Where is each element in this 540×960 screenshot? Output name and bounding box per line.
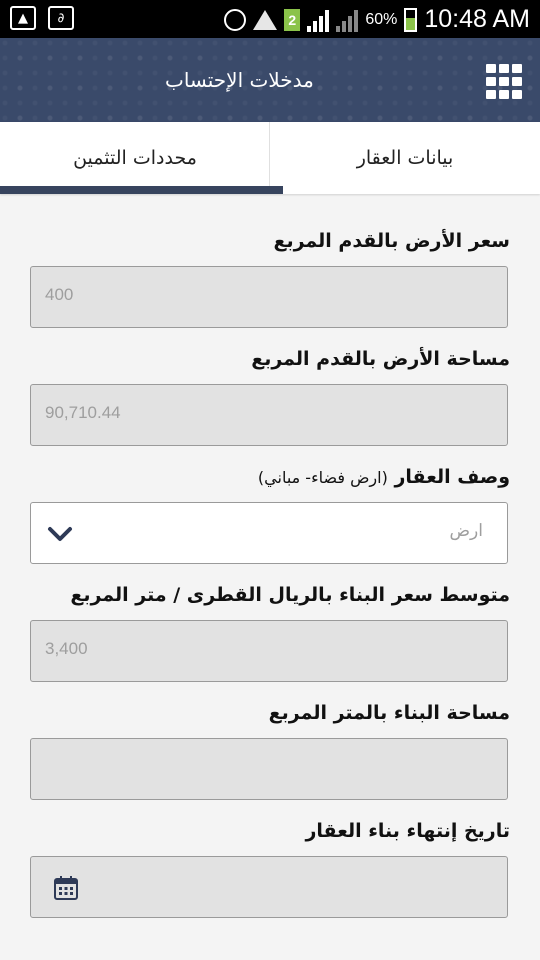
chevron-down-icon xyxy=(48,527,72,541)
tab-selected-indicator xyxy=(0,186,283,194)
property-desc-hint: (ارض فضاء- مباني) xyxy=(257,468,388,487)
battery-icon xyxy=(404,7,418,32)
grid-menu-icon[interactable] xyxy=(486,64,524,100)
avg-build-price-label: متوسط سعر البناء بالريال القطرى / متر ال… xyxy=(70,584,510,606)
page-title: مدخلات الإحتساب xyxy=(165,68,314,92)
alarm-icon xyxy=(224,8,247,31)
notification-icons: ▲ ∂ xyxy=(10,6,74,30)
land-price-label: سعر الأرض بالقدم المربع xyxy=(273,230,510,252)
land-price-value: 400 xyxy=(45,285,74,304)
property-desc-label: وصف العقار (ارض فضاء- مباني) xyxy=(30,466,510,488)
completion-date-label: تاريخ إنتهاء بناء العقار xyxy=(305,820,510,842)
valuation-form: سعر الأرض بالقدم المربع 400 مساحة الأرض … xyxy=(30,210,510,918)
tab-property-data[interactable]: بيانات العقار xyxy=(269,122,540,194)
property-desc-value: ارض xyxy=(449,521,484,540)
completion-date-field[interactable] xyxy=(30,856,508,918)
gallery-icon: ▲ xyxy=(10,6,36,30)
sim-badge: 2 xyxy=(284,8,301,31)
wifi-icon xyxy=(253,9,278,30)
property-desc-select[interactable]: ارض xyxy=(30,502,508,564)
land-area-label: مساحة الأرض بالقدم المربع xyxy=(251,348,510,370)
status-right: 2 60% 10:48 AM xyxy=(224,5,530,34)
property-desc-title: وصف العقار xyxy=(394,466,510,488)
tab-valuation-criteria[interactable]: محددات التثمين xyxy=(0,122,270,194)
land-area-value: 90,710.44 xyxy=(45,403,121,422)
clock: 10:48 AM xyxy=(424,5,530,33)
status-bar: ▲ ∂ 2 60% 10:48 AM xyxy=(0,0,540,38)
land-area-field[interactable]: 90,710.44 xyxy=(30,384,508,446)
build-area-field[interactable] xyxy=(30,738,508,800)
signal-icon xyxy=(307,8,330,32)
tab-bar: بيانات العقار محددات التثمين xyxy=(0,122,540,194)
avg-build-price-value: 3,400 xyxy=(45,639,88,658)
land-price-field[interactable]: 400 xyxy=(30,266,508,328)
avg-build-price-field[interactable]: 3,400 xyxy=(30,620,508,682)
calendar-icon[interactable] xyxy=(53,875,79,901)
battery-percent: 60% xyxy=(365,10,398,28)
build-area-label: مساحة البناء بالمتر المربع xyxy=(268,702,510,724)
signal2-icon xyxy=(336,8,359,32)
app-notification-icon: ∂ xyxy=(48,6,74,30)
app-header: مدخلات الإحتساب xyxy=(0,38,540,122)
